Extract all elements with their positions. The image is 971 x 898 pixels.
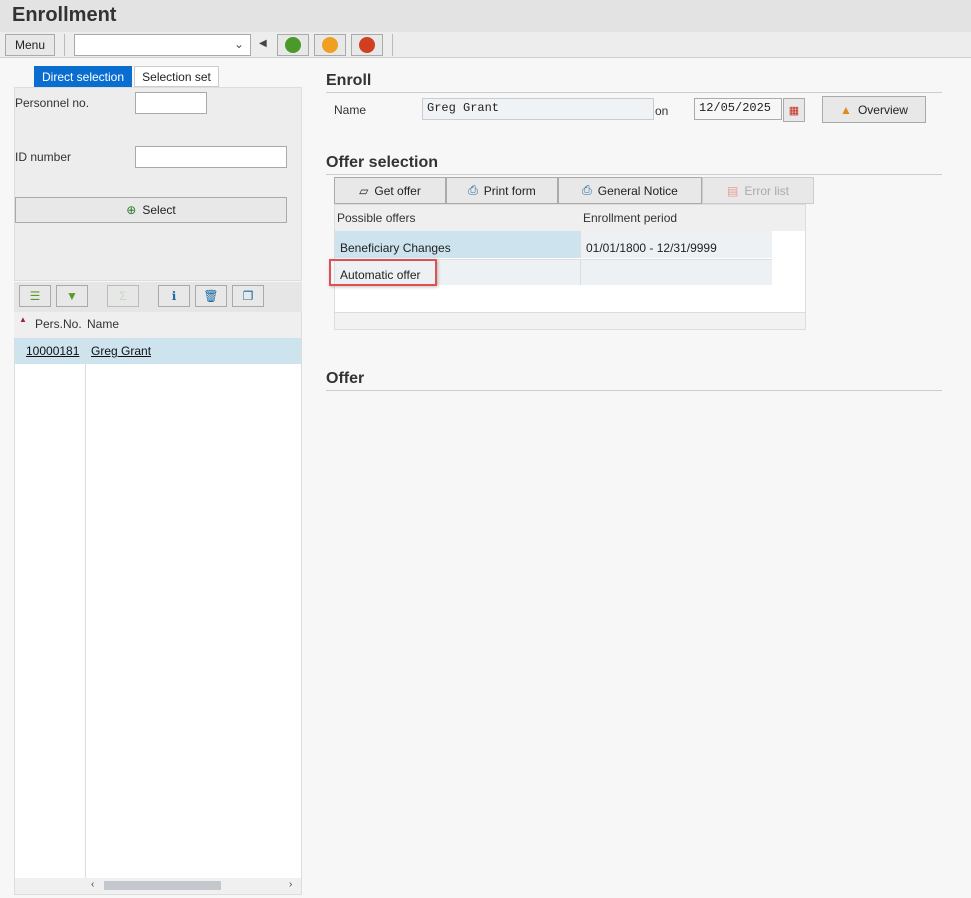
calendar-icon: ▦ (788, 104, 800, 117)
offer-selection-heading: Offer selection (326, 154, 439, 171)
print-form-button[interactable]: ⎙ Print form (446, 177, 558, 204)
divider (326, 92, 942, 93)
error-list-button: ▤ Error list (702, 177, 814, 204)
filter-icon: ▼ (66, 289, 78, 303)
tab-label: Direct selection (41, 69, 125, 84)
name-link[interactable]: Greg Grant (91, 344, 151, 358)
personnel-input[interactable] (135, 92, 207, 114)
divider (64, 34, 65, 56)
delete-button[interactable]: 🗑 (195, 285, 227, 307)
selection-panel (14, 87, 302, 281)
cancel-icon (359, 37, 375, 53)
table-footer (335, 312, 805, 329)
back-icon (285, 37, 301, 53)
id-input[interactable] (135, 146, 287, 168)
offer-period (581, 264, 591, 272)
overview-label: Overview (857, 102, 908, 117)
divider (326, 390, 942, 391)
sigma-icon: Σ (119, 289, 127, 303)
exit-button[interactable] (314, 34, 346, 56)
id-label: ID number (15, 150, 72, 164)
enroll-heading: Enroll (326, 72, 372, 89)
on-label: on (655, 104, 669, 118)
command-field[interactable]: ⌄ (74, 34, 251, 56)
personnel-list (14, 312, 302, 895)
printer-icon: ⎙ (468, 183, 478, 197)
divider (326, 174, 942, 175)
tab-label: Selection set (142, 69, 211, 84)
button-label: Get offer (374, 183, 421, 198)
calendar-button[interactable]: ▦ (783, 98, 805, 122)
button-label: General Notice (597, 183, 678, 198)
divider (392, 34, 393, 56)
column-divider (85, 338, 86, 878)
trash-icon: 🗑 (203, 289, 219, 303)
column-header-name[interactable]: Name (87, 317, 119, 331)
overview-icon: ▲ (840, 102, 852, 117)
menu-button[interactable]: Menu (5, 34, 55, 56)
tab-selection-set[interactable]: Selection set (134, 66, 219, 87)
sum-button[interactable]: Σ (107, 285, 139, 307)
exit-icon (322, 37, 338, 53)
collapse-arrow-icon[interactable]: ◀ (259, 38, 267, 49)
sort-indicator-icon: ▲ (19, 315, 27, 324)
info-icon: ℹ (171, 289, 177, 303)
document-icon: ▱ (359, 183, 369, 198)
execute-icon: ⊕ (126, 203, 137, 217)
sort-ascending-icon: ☰ (29, 289, 41, 303)
select-button[interactable]: ⊕ Select (15, 197, 287, 223)
overview-button[interactable]: ▲ Overview (822, 96, 926, 123)
printer-icon: ⎙ (582, 183, 592, 197)
page-title: Enrollment (12, 4, 117, 26)
offer-name[interactable]: Beneficiary Changes (335, 237, 456, 259)
select-label: Select (142, 203, 176, 217)
sort-ascending-button[interactable]: ☰ (19, 285, 51, 307)
menu-label: Menu (14, 38, 46, 52)
column-header-possible-offers[interactable]: Possible offers (332, 207, 421, 229)
cancel-button[interactable] (351, 34, 383, 56)
column-divider (580, 259, 581, 285)
get-offer-button[interactable]: ▱ Get offer (334, 177, 446, 204)
highlight-box (329, 259, 437, 286)
personnel-label: Personnel no. (15, 96, 90, 110)
error-list-icon: ▤ (726, 183, 739, 198)
copy-button[interactable]: ❐ (232, 285, 264, 307)
tab-direct-selection[interactable]: Direct selection (34, 66, 132, 87)
offer-period: 01/01/1800 - 12/31/9999 (586, 241, 717, 255)
filter-button[interactable]: ▼ (56, 285, 88, 307)
column-header-pers-no[interactable]: Pers.No. (35, 317, 82, 331)
scrollbar-thumb[interactable] (104, 881, 221, 890)
general-notice-button[interactable]: ⎙ General Notice (558, 177, 702, 204)
scroll-left-icon[interactable]: ‹ (91, 879, 94, 890)
chevron-down-icon: ⌄ (233, 37, 244, 51)
date-input[interactable]: 12/05/2025 (694, 98, 782, 120)
offer-heading: Offer (326, 370, 365, 387)
button-label: Print form (483, 183, 536, 198)
copy-icon: ❐ (242, 289, 254, 303)
title-bar (0, 0, 971, 32)
button-label: Error list (744, 183, 789, 198)
column-header-enrollment-period[interactable]: Enrollment period (578, 207, 682, 229)
back-button[interactable] (277, 34, 309, 56)
pers-no-link[interactable]: 10000181 (26, 344, 79, 358)
scroll-right-icon[interactable]: › (289, 879, 292, 890)
name-field: Greg Grant (422, 98, 654, 120)
name-label: Name (334, 103, 367, 117)
info-button[interactable]: ℹ (158, 285, 190, 307)
